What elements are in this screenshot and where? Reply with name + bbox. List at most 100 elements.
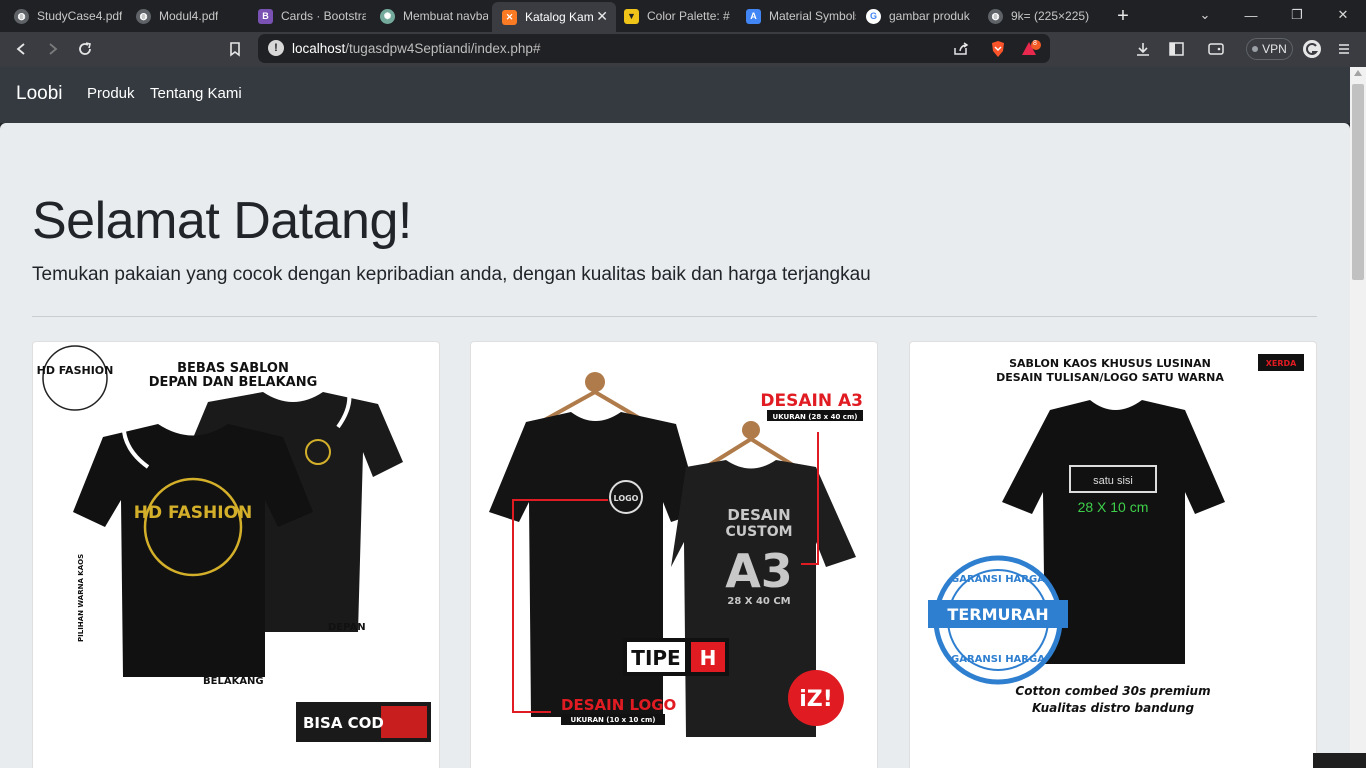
chatgpt-icon: ✺ [380,8,395,24]
caption: Cotton combed 30s premium [1015,684,1210,698]
tab-material-symbols[interactable]: A Material Symbols [736,3,856,29]
browser-tab-strip: ◍ StudyCase4.pdf ◍ Modul4.pdf B Cards · … [0,0,1366,32]
tab-search-chevron-icon[interactable]: ⌄ [1190,4,1220,26]
scroll-up-arrow-icon[interactable] [1354,70,1362,76]
bookmark-icon[interactable] [222,37,248,61]
shirt-text: DESAIN [727,506,790,524]
headline: BEBAS SABLON [177,361,289,376]
headline: DEPAN DAN BELAKANG [149,375,318,390]
top-label: DESAIN A3 [760,391,863,411]
download-icon[interactable] [1130,37,1156,61]
tab-title: StudyCase4.pdf [37,9,122,23]
product-image[interactable]: SABLON KAOS KHUSUS LUSINAN DESAIN TULISA… [910,342,1316,768]
bottom-label: DESAIN LOGO [561,696,676,714]
sidebar-toggle-icon[interactable] [1163,37,1189,61]
shirt-text: A3 [725,544,793,598]
hero-jumbotron: Selamat Datang! Temukan pakaian yang coc… [0,123,1350,768]
site-info-icon[interactable]: ! [268,40,284,56]
nav-link-tentang-kami[interactable]: Tentang Kami [150,85,242,102]
size-text: 28 X 10 cm [1078,499,1149,515]
label-front: DEPAN [328,622,366,633]
wallet-icon[interactable] [1203,37,1229,61]
share-icon[interactable] [948,37,974,61]
xampp-icon: ✕ [502,9,517,25]
close-window-button[interactable]: ✕ [1328,4,1358,26]
globe-icon: ◍ [136,8,151,24]
stamp-top: GARANSI HARGA [951,574,1045,585]
product-card[interactable]: SABLON KAOS KHUSUS LUSINAN DESAIN TULISA… [909,341,1317,768]
url-text[interactable]: localhost/tugasdpw4Septiandi/index.php# [292,41,540,56]
tab-modul4[interactable]: ◍ Modul4.pdf [126,3,244,29]
vpn-status-icon [1252,46,1259,52]
tab-title: Katalog Kami [525,10,593,24]
tab-studycase4[interactable]: ◍ StudyCase4.pdf [4,3,122,29]
grammarly-icon[interactable] [1299,37,1325,61]
globe-icon: ◍ [988,8,1003,24]
tab-google-search[interactable]: G gambar produk [856,3,976,29]
nav-link-produk[interactable]: Produk [87,85,135,102]
brave-rewards-icon[interactable]: 8 [1018,37,1044,61]
close-tab-icon[interactable]: ✕ [596,8,608,25]
brand-tag: XERDA [1266,359,1297,368]
scrollbar-thumb[interactable] [1352,84,1364,280]
headline: DESAIN TULISAN/LOGO SATU WARNA [996,371,1224,384]
tab-title: Membuat navbar [403,9,488,23]
tab-title: 9k= (225×225) [1011,9,1090,23]
vpn-label: VPN [1262,42,1287,56]
stamp-main: TERMURAH [947,605,1048,624]
bootstrap-icon: B [258,8,273,24]
box-text: satu sisi [1093,475,1133,487]
tab-title: gambar produk [889,9,970,23]
brave-shields-icon[interactable] [985,37,1011,61]
tipe-letter: H [700,646,717,670]
headline: SABLON KAOS KHUSUS LUSINAN [1009,357,1211,370]
top-size: UKURAN (28 x 40 cm) [773,413,858,421]
minimize-button[interactable]: — [1236,4,1266,26]
navbar-brand[interactable]: Loobi [16,83,63,105]
product-image[interactable]: LOGO DESAIN CUSTOM A3 28 X 40 CM DESAIN … [471,342,877,768]
new-tab-button[interactable]: + [1112,3,1134,29]
shirt-text: CUSTOM [725,524,792,540]
page-title: Selamat Datang! [32,192,412,250]
tab-katalog-kami[interactable]: ✕ Katalog Kami ✕ [492,2,616,32]
browser-toolbar: ! localhost/tugasdpw4Septiandi/index.php… [0,32,1366,67]
tab-title: Material Symbols [769,9,856,23]
product-image[interactable]: HD FASHION BEBAS SABLON DEPAN DAN BELAKA… [33,342,439,768]
google-icon: G [866,8,881,24]
page-viewport: Loobi Produk Tentang Kami Selamat Datang… [0,67,1366,768]
tab-chatgpt[interactable]: ✺ Membuat navbar [370,3,488,29]
product-card[interactable]: HD FASHION BEBAS SABLON DEPAN DAN BELAKA… [32,341,440,768]
divider [32,316,1317,317]
globe-icon: ◍ [14,8,29,24]
caption: Kualitas distro bandung [1032,701,1194,715]
tab-image-9k[interactable]: ◍ 9k= (225×225) [978,3,1100,29]
stamp-bottom: GARANSI HARGA [951,654,1045,665]
hero-lead-text: Temukan pakaian yang cocok dengan keprib… [32,264,871,285]
url-host: localhost [292,41,346,56]
cod-text: BISA COD [303,714,384,732]
side-note: PILIHAN WARNA KAOS [77,554,85,642]
coolors-icon: ▼ [624,8,639,24]
tab-title: Cards · Bootstrap [281,9,366,23]
print-text: HD FASHION [134,503,253,523]
label-back: BELAKANG [203,676,264,687]
brand-badge-icon [42,345,108,411]
page-scrollbar[interactable] [1350,67,1366,768]
url-path: /tugasdpw4Septiandi/index.php# [345,41,541,56]
address-bar[interactable]: ! localhost/tugasdpw4Septiandi/index.php… [258,34,1050,63]
back-arrow-icon[interactable] [8,37,34,61]
restore-button[interactable]: ❐ [1282,4,1312,26]
menu-icon[interactable] [1331,37,1357,61]
bottom-size: UKURAN (10 x 10 cm) [571,716,656,724]
tipe-text: TIPE [631,646,680,670]
brand-mark-text: iZ! [799,687,833,712]
vpn-button[interactable]: VPN [1246,38,1293,60]
logo-text: LOGO [614,494,639,503]
tab-color-palette[interactable]: ▼ Color Palette: # [614,3,734,29]
tab-title: Modul4.pdf [159,9,219,23]
product-card[interactable]: LOGO DESAIN CUSTOM A3 28 X 40 CM DESAIN … [470,341,878,768]
forward-arrow-icon[interactable] [40,37,66,61]
google-fonts-icon: A [746,8,761,24]
tab-bootstrap-cards[interactable]: B Cards · Bootstrap [248,3,366,29]
reload-icon[interactable] [72,37,98,61]
